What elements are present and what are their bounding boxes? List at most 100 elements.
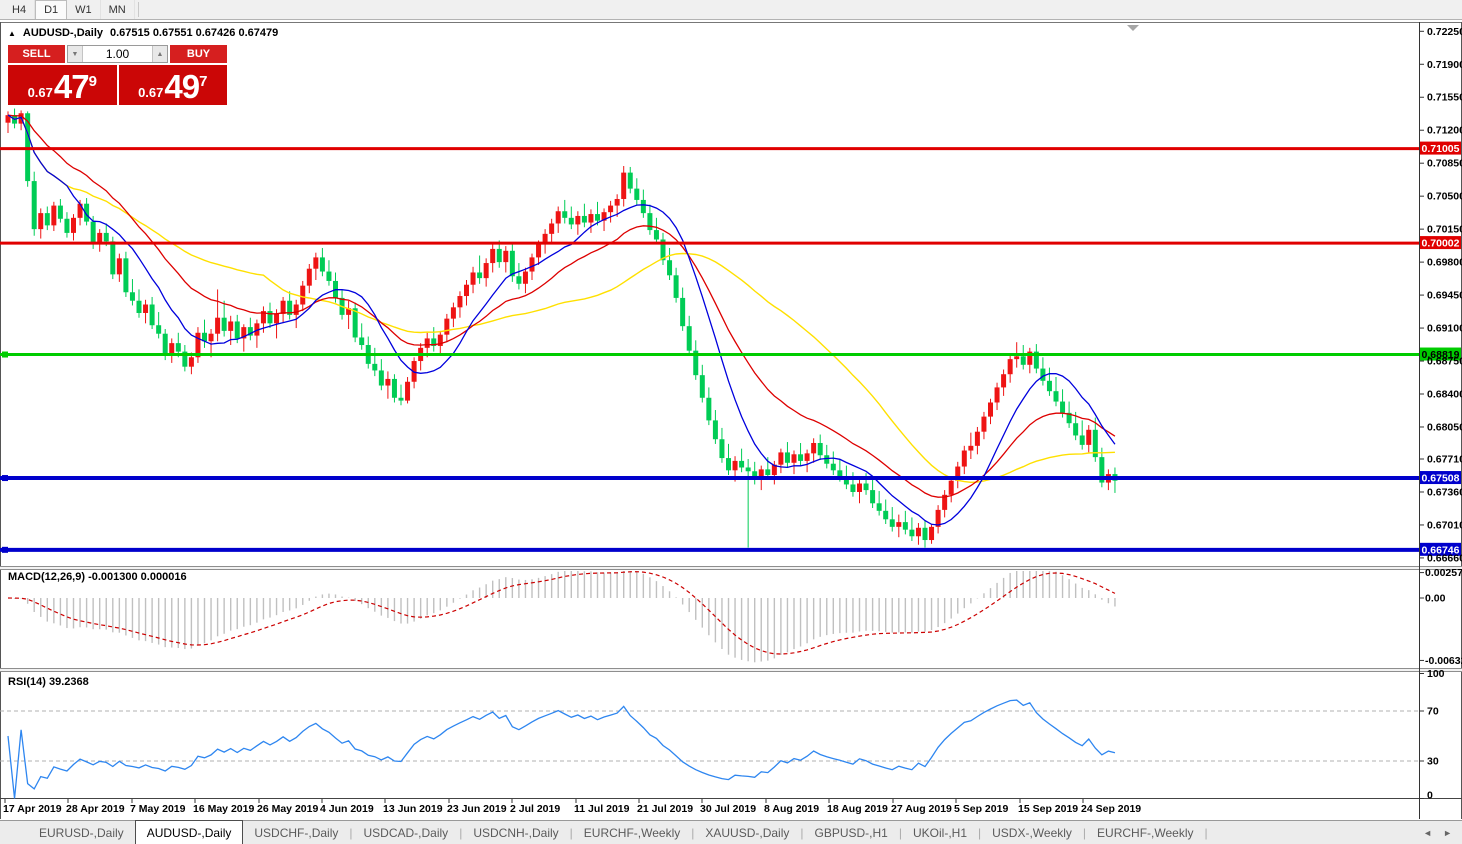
macd-layer: 0.002574 0.00 -0.006326 — [8, 567, 1462, 667]
tab-eurchf-weekly[interactable]: EURCHF-,Weekly — [1086, 821, 1204, 844]
tab-separator: | — [1205, 821, 1208, 844]
sell-price-prefix: 0.67 — [28, 85, 53, 100]
buy-button[interactable]: BUY — [170, 45, 227, 63]
svg-text:0.00: 0.00 — [1425, 593, 1446, 605]
tab-scroll-right-icon[interactable]: ► — [1443, 828, 1452, 838]
svg-text:2 Jul 2019: 2 Jul 2019 — [510, 803, 560, 815]
buy-price-prefix: 0.67 — [138, 85, 163, 100]
svg-text:8 Aug 2019: 8 Aug 2019 — [764, 803, 819, 815]
sell-price-sup: 9 — [89, 73, 97, 90]
svg-text:0.69450: 0.69450 — [1427, 290, 1462, 302]
hline-objects: 0.710050.700020.688190.675080.66746 — [0, 142, 1461, 557]
tab-usdchf-daily[interactable]: USDCHF-,Daily — [243, 821, 349, 844]
svg-text:15 Sep 2019: 15 Sep 2019 — [1018, 803, 1078, 815]
svg-text:30: 30 — [1427, 756, 1439, 768]
tab-eurusd-daily[interactable]: EURUSD-,Daily — [28, 821, 135, 844]
svg-text:26 May 2019: 26 May 2019 — [257, 803, 318, 815]
moving-averages-layer — [8, 115, 1115, 525]
svg-text:18 Aug 2019: 18 Aug 2019 — [827, 803, 888, 815]
svg-text:0.72250: 0.72250 — [1427, 26, 1462, 38]
svg-text:0.66660: 0.66660 — [1427, 552, 1462, 564]
volume-decrease-button[interactable]: ▼ — [68, 46, 83, 62]
svg-text:0.68050: 0.68050 — [1427, 421, 1462, 433]
tab-scroll-arrows: ◄► — [1423, 821, 1462, 844]
chart-canvas[interactable]: 0.710050.700020.688190.675080.667460.722… — [0, 22, 1462, 819]
svg-text:70: 70 — [1427, 706, 1439, 718]
chart-ohlc-values: 0.67515 0.67551 0.67426 0.67479 — [110, 27, 278, 39]
tabbar-spacer — [0, 821, 28, 844]
svg-text:27 Aug 2019: 27 Aug 2019 — [891, 803, 952, 815]
svg-text:0.67710: 0.67710 — [1427, 454, 1462, 466]
svg-text:24 Sep 2019: 24 Sep 2019 — [1081, 803, 1141, 815]
timeframe-toolbar: H4D1W1MN — [0, 0, 1462, 20]
symbol-marker-icon: ▲ — [8, 28, 16, 39]
svg-text:17 Apr 2019: 17 Apr 2019 — [3, 803, 62, 815]
svg-text:28 Apr 2019: 28 Apr 2019 — [66, 803, 125, 815]
svg-text:23 Jun 2019: 23 Jun 2019 — [447, 803, 507, 815]
chart-info-line: ▲ AUDUSD-,Daily 0.67515 0.67551 0.67426 … — [8, 27, 278, 39]
svg-text:13 Jun 2019: 13 Jun 2019 — [383, 803, 443, 815]
svg-text:0.002574: 0.002574 — [1425, 567, 1462, 579]
toolbar-separator — [138, 2, 139, 17]
svg-text:30 Jul 2019: 30 Jul 2019 — [700, 803, 756, 815]
rsi-layer: 100 70 30 0 — [8, 668, 1445, 802]
timeframe-button-d1[interactable]: D1 — [35, 0, 67, 19]
date-axis: 17 Apr 2019 28 Apr 2019 7 May 2019 16 May 2… — [3, 799, 1141, 815]
svg-text:0.71200: 0.71200 — [1427, 125, 1462, 137]
svg-text:0.70150: 0.70150 — [1427, 224, 1462, 236]
svg-text:0.70850: 0.70850 — [1427, 158, 1462, 170]
chart-shift-marker-icon[interactable] — [1127, 25, 1139, 31]
svg-text:0.71550: 0.71550 — [1427, 92, 1462, 104]
svg-text:11 Jul 2019: 11 Jul 2019 — [574, 803, 630, 815]
timeframe-button-h4[interactable]: H4 — [4, 0, 35, 19]
tab-scroll-left-icon[interactable]: ◄ — [1423, 828, 1432, 838]
buy-price-big: 49 — [164, 69, 199, 105]
timeframe-button-mn[interactable]: MN — [101, 0, 135, 19]
tab-xauusd-daily[interactable]: XAUUSD-,Daily — [694, 821, 800, 844]
tab-audusd-daily[interactable]: AUDUSD-,Daily — [135, 820, 244, 844]
tab-gbpusd-h1[interactable]: GBPUSD-,H1 — [804, 821, 899, 844]
svg-text:0.67010: 0.67010 — [1427, 519, 1462, 531]
svg-text:100: 100 — [1427, 668, 1445, 680]
sell-button[interactable]: SELL — [8, 45, 65, 63]
svg-text:0.69800: 0.69800 — [1427, 257, 1462, 269]
svg-text:0.71005: 0.71005 — [1422, 143, 1460, 155]
svg-text:0.68750: 0.68750 — [1427, 356, 1462, 368]
buy-price-box[interactable]: 0.67 49 7 — [119, 65, 228, 105]
terminal-screen: H4D1W1MN 0.710050.700020.688190.675080.6… — [0, 0, 1462, 844]
macd-indicator-label: MACD(12,26,9) -0.001300 0.000016 — [8, 571, 187, 583]
svg-text:0.68400: 0.68400 — [1427, 389, 1462, 401]
svg-text:-0.006326: -0.006326 — [1425, 655, 1462, 667]
tab-usdx-weekly[interactable]: USDX-,Weekly — [981, 821, 1083, 844]
tab-ukoil-h1[interactable]: UKOil-,H1 — [902, 821, 978, 844]
svg-text:0.70500: 0.70500 — [1427, 191, 1462, 203]
tab-eurchf-weekly[interactable]: EURCHF-,Weekly — [573, 821, 691, 844]
volume-input[interactable]: 1.00 — [83, 46, 152, 62]
volume-increase-button[interactable]: ▲ — [152, 46, 167, 62]
svg-text:7 May 2019: 7 May 2019 — [130, 803, 186, 815]
svg-text:16 May 2019: 16 May 2019 — [193, 803, 254, 815]
svg-text:0.70002: 0.70002 — [1422, 238, 1460, 250]
svg-text:21 Jul 2019: 21 Jul 2019 — [637, 803, 693, 815]
svg-text:0: 0 — [1427, 790, 1433, 802]
svg-text:0.67360: 0.67360 — [1427, 486, 1462, 498]
volume-spinner: ▼ 1.00 ▲ — [67, 45, 168, 63]
svg-text:0.71900: 0.71900 — [1427, 59, 1462, 71]
svg-text:5 Sep 2019: 5 Sep 2019 — [954, 803, 1008, 815]
sell-price-box[interactable]: 0.67 47 9 — [8, 65, 117, 105]
symbol-tabbar: EURUSD-,DailyAUDUSD-,DailyUSDCHF-,Daily |… — [0, 820, 1462, 844]
one-click-trade-panel: SELL ▼ 1.00 ▲ BUY 0.67 47 9 0.67 49 7 — [8, 45, 227, 105]
chart-symbol-label: AUDUSD-,Daily — [23, 27, 103, 39]
buy-price-sup: 7 — [199, 73, 207, 90]
chart-window: 0.710050.700020.688190.675080.667460.722… — [0, 22, 1462, 819]
timeframe-button-w1[interactable]: W1 — [67, 0, 101, 19]
sell-price-big: 47 — [54, 69, 89, 105]
svg-text:4 Jun 2019: 4 Jun 2019 — [320, 803, 374, 815]
svg-text:0.69100: 0.69100 — [1427, 323, 1462, 335]
tab-usdcad-daily[interactable]: USDCAD-,Daily — [353, 821, 460, 844]
tab-usdcnh-daily[interactable]: USDCNH-,Daily — [462, 821, 569, 844]
rsi-indicator-label: RSI(14) 39.2368 — [8, 676, 89, 688]
svg-text:0.67508: 0.67508 — [1422, 473, 1460, 485]
chart-frame — [0, 22, 1462, 819]
candles-layer — [6, 109, 1118, 548]
